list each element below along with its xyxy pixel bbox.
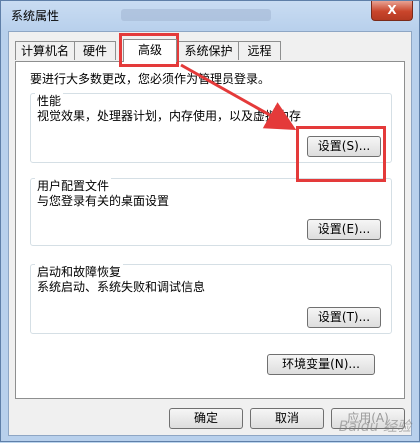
title-bar-blur	[121, 9, 271, 21]
dialog-client-area: 计算机名 硬件 高级 系统保护 远程 要进行大多数更改，您必须作为管理员登录。 …	[8, 31, 412, 436]
close-button[interactable]: X	[371, 1, 413, 21]
user-profile-settings-button[interactable]: 设置(E)...	[307, 219, 381, 240]
tab-system-protection[interactable]: 系统保护	[178, 41, 239, 60]
cancel-button[interactable]: 取消	[250, 408, 324, 429]
tab-hardware[interactable]: 硬件	[74, 41, 116, 60]
user-profile-group: 用户配置文件 与您登录有关的桌面设置 设置(E)...	[30, 177, 392, 246]
user-profile-description: 与您登录有关的桌面设置	[37, 194, 170, 208]
tab-computer-name[interactable]: 计算机名	[15, 41, 75, 60]
environment-variables-button[interactable]: 环境变量(N)...	[267, 354, 375, 375]
performance-description: 视觉效果，处理器计划，内存使用，以及虚拟内存	[37, 109, 302, 123]
startup-recovery-group: 启动和故障恢复 系统启动、系统失败和调试信息 设置(T)...	[30, 263, 392, 334]
admin-notice: 要进行大多数更改，您必须作为管理员登录。	[30, 72, 271, 86]
system-properties-window: 系统属性 X 计算机名 硬件 高级 系统保护 远程 要进行大多数更改，您必须作为…	[0, 0, 420, 442]
advanced-tab-panel: 要进行大多数更改，您必须作为管理员登录。 性能 视觉效果，处理器计划，内存使用，…	[15, 61, 405, 399]
window-title: 系统属性	[11, 9, 60, 23]
ok-button[interactable]: 确定	[169, 408, 243, 429]
performance-group: 性能 视觉效果，处理器计划，内存使用，以及虚拟内存 设置(S)...	[30, 92, 392, 163]
tab-remote[interactable]: 远程	[238, 41, 281, 60]
startup-recovery-description: 系统启动、系统失败和调试信息	[37, 280, 206, 294]
performance-settings-button[interactable]: 设置(S)...	[307, 136, 381, 157]
apply-button[interactable]: 应用(A)	[331, 408, 405, 429]
startup-recovery-settings-button[interactable]: 设置(T)...	[307, 307, 381, 328]
tab-advanced[interactable]: 高级	[123, 39, 177, 62]
